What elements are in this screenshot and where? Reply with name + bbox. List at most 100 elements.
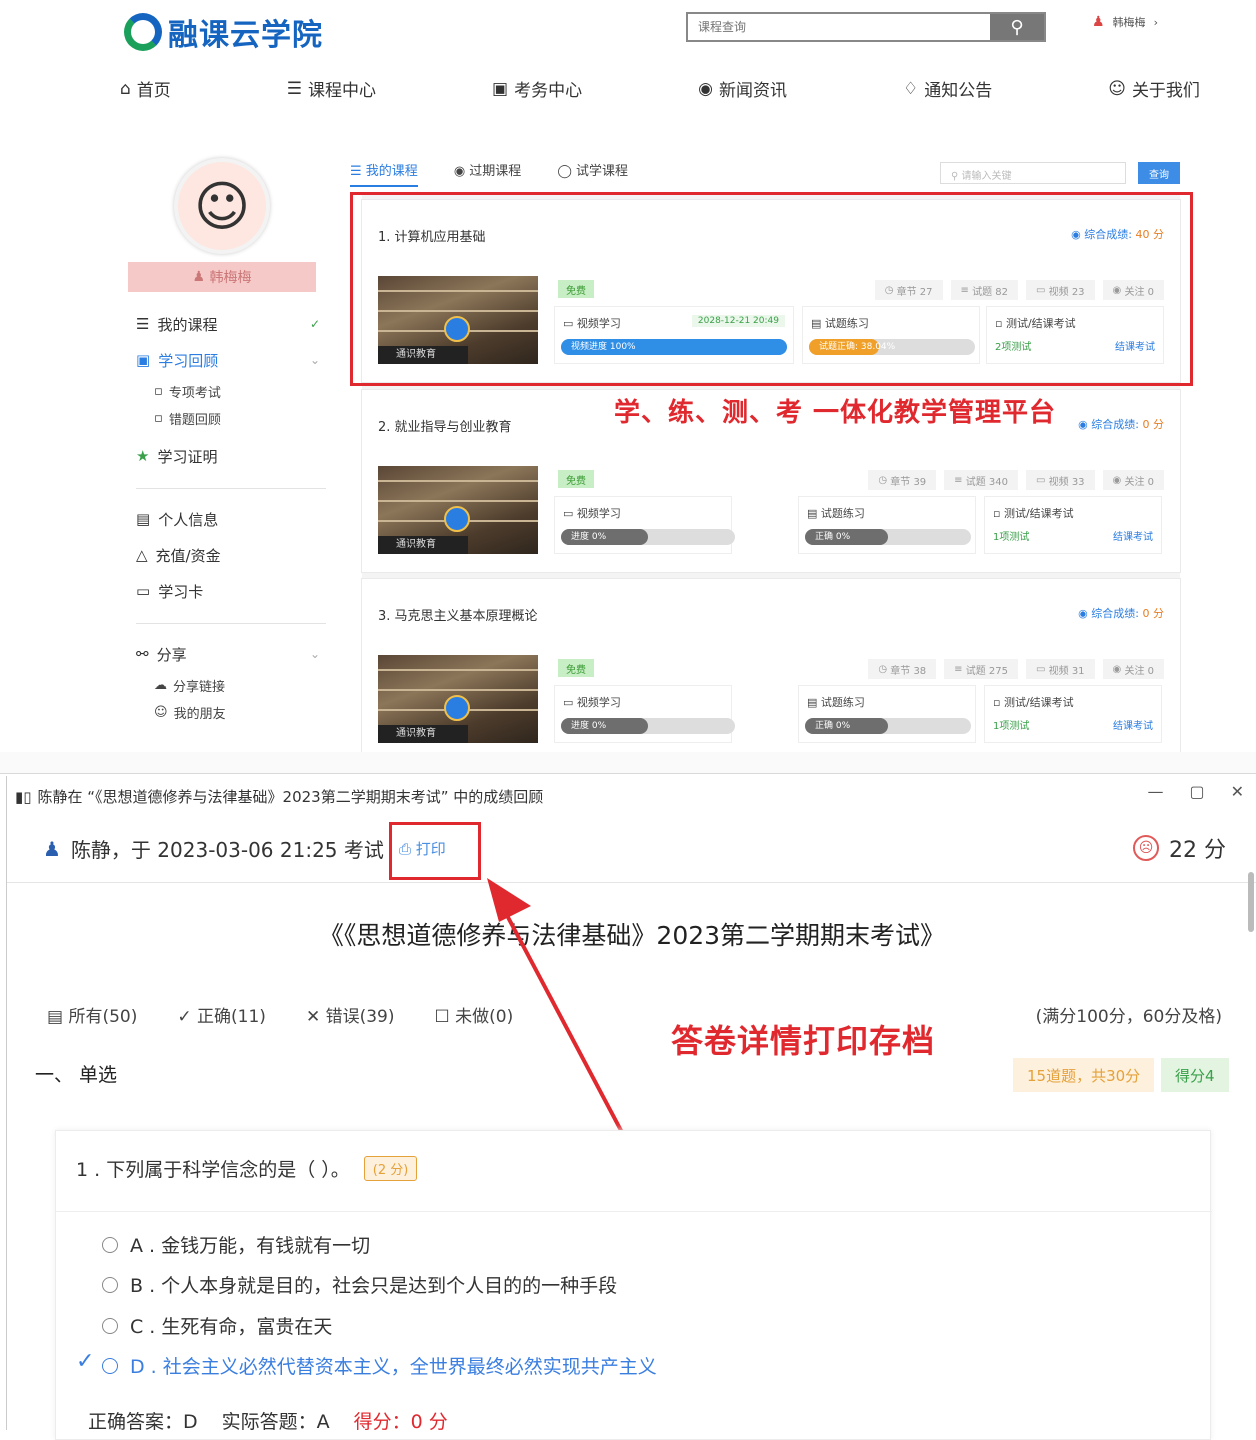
final-exam-link[interactable]: 结课考试 [1113, 717, 1153, 732]
option-d[interactable]: D . 社会主义必然代替资本主义，全世界最终必然实现共产主义 [102, 1352, 657, 1379]
stat-text: 章节 38 [890, 665, 927, 677]
option-text: C . 生死有命，富贵在天 [130, 1316, 333, 1338]
tab-trial-courses[interactable]: ◯ 试学课程 [557, 160, 628, 187]
search-icon[interactable]: ⚲ [990, 14, 1044, 40]
progress-text: 进度 0% [571, 532, 607, 542]
option-b[interactable]: B . 个人本身就是目的，社会只是达到个人目的的一种手段 [102, 1271, 617, 1298]
chevron-right-icon: › [1153, 15, 1158, 29]
chapters-stat: ◷ 章节 38 [868, 659, 937, 679]
video-progress-bar: 进度 0% [561, 718, 735, 734]
chart-icon: ▮▯ [15, 787, 32, 806]
answer-filters: ▤ 所有(50) ✓ 正确(11) ✕ 错误(39) ☐ 未做(0) [47, 1002, 513, 1027]
videos-stat: ▭ 视频 33 [1026, 470, 1095, 490]
bell-icon: ♢ [902, 78, 919, 99]
sidebar-item-study-card[interactable]: ▭ 学习卡 [136, 573, 326, 609]
sidebar-item-label: 个人信息 [158, 510, 219, 529]
site-logo[interactable]: 融课云学院 [124, 10, 323, 54]
sidebar-item-share[interactable]: ⚯ 分享 ⌄ [136, 636, 326, 672]
video-progress-fill: 进度 0% [561, 718, 648, 734]
course-search-input[interactable] [688, 14, 990, 40]
avatar[interactable]: ☺ [174, 158, 270, 254]
id-card-icon: ▤ [136, 510, 151, 528]
course-thumbnail[interactable]: 通识教育 [378, 466, 538, 554]
option-c[interactable]: C . 生死有命，富贵在天 [102, 1312, 332, 1339]
sidebar-item-share-link[interactable]: ☁ 分享链接 [136, 672, 326, 699]
filter-correct[interactable]: ✓ 正确(11) [177, 1002, 266, 1027]
filter-wrong[interactable]: ✕ 错误(39) [306, 1002, 395, 1027]
course-filter-button[interactable]: 查询 [1138, 162, 1180, 184]
nav-about[interactable]: ☺ 关于我们 [1108, 76, 1200, 102]
eye-icon: ◉ [1112, 474, 1125, 486]
sidebar-item-my-courses[interactable]: ☰ 我的课程 ✓ [136, 306, 326, 342]
tab-label: 过期课程 [469, 164, 522, 179]
home-icon: ⌂ [120, 78, 131, 99]
maximize-icon[interactable]: ▢ [1189, 782, 1204, 801]
course-filter-input[interactable]: ⚲ 请输入关键 [940, 162, 1126, 184]
nav-exams[interactable]: ▣ 考务中心 [492, 76, 582, 102]
sidebar-item-wrong-review[interactable]: ▫ 错题回顾 [136, 405, 326, 432]
sidebar-item-recharge[interactable]: △ 充值/资金 [136, 537, 326, 573]
free-badge: 免费 [558, 470, 594, 488]
video-module[interactable]: ▭ 视频学习 继续 进度 0% [554, 685, 735, 743]
card-icon: ▭ [136, 582, 151, 600]
stat-text: 试题 340 [965, 476, 1008, 488]
tests-link[interactable]: 1项测试 [993, 528, 1029, 543]
doc-icon: ▫ [154, 384, 163, 399]
link-icon: ☁ [154, 678, 167, 693]
course-title[interactable]: 3. 马克思主义基本原理概论 [378, 605, 538, 624]
exercise-module[interactable]: ▤ 试题练习 正确 0% [798, 496, 976, 554]
module-label: 试题练习 [820, 507, 865, 520]
option-a[interactable]: A . 金钱万能，有钱就有一切 [102, 1231, 370, 1258]
course-thumbnail[interactable]: 通识教育 [378, 655, 538, 743]
filter-all[interactable]: ▤ 所有(50) [47, 1002, 137, 1027]
eye-icon: ◉ [1112, 663, 1125, 675]
video-progress-fill: 进度 0% [561, 529, 648, 545]
section-title: 一、 单选 [35, 1064, 118, 1086]
minimize-icon[interactable]: — [1147, 782, 1163, 801]
tab-label: 我的课程 [365, 164, 418, 179]
sidebar-item-profile[interactable]: ▤ 个人信息 [136, 501, 326, 537]
nav-notices[interactable]: ♢ 通知公告 [902, 76, 992, 102]
sidebar-item-friends[interactable]: ☺ 我的朋友 [136, 699, 326, 726]
course-title[interactable]: 2. 就业指导与创业教育 [378, 416, 512, 435]
video-module[interactable]: ▭ 视频学习 继续 进度 0% [554, 496, 735, 554]
close-icon[interactable]: ✕ [1231, 782, 1244, 801]
sidebar-item-review[interactable]: ▣ 学习回顾 ⌄ [136, 342, 326, 378]
section-count-badge: 15道题，共30分 [1013, 1058, 1155, 1092]
test-module[interactable]: ▫ 测试/结课考试 1项测试 结课考试 [984, 685, 1162, 743]
user-icon: ♟ [1092, 14, 1105, 30]
window-title: ▮▯ 陈静在 “《思想道德修养与法律基础》2023第二学期期末考试” 中的成绩回… [15, 786, 543, 807]
nav-home[interactable]: ⌂ 首页 [120, 76, 171, 102]
final-exam-link[interactable]: 结课考试 [1113, 528, 1153, 543]
test-module[interactable]: ▫ 测试/结课考试 1项测试 结课考试 [984, 496, 1162, 554]
sidebar-item-special-exam[interactable]: ▫ 专项考试 [136, 378, 326, 405]
clipboard-icon: ▣ [492, 78, 509, 99]
exercise-module[interactable]: ▤ 试题练习 正确 0% [798, 685, 976, 743]
sidebar-item-label: 我的朋友 [173, 707, 226, 722]
course-card[interactable]: 3. 马克思主义基本原理概论 ◉ 综合成绩: 0 分 通识教育 免费 ◷ 章节 … [362, 579, 1180, 761]
course-stats: ◷ 章节 39 ≡ 试题 340 ▭ 视频 33 ◉ 关注 0 [868, 470, 1164, 490]
nav-news[interactable]: ◉ 新闻资讯 [698, 76, 787, 102]
score-label: 综合成绩: [1091, 418, 1139, 431]
radio-icon [102, 1276, 118, 1293]
question-icon: ≡ [954, 474, 966, 486]
exercise-progress-fill: 正确 0% [805, 718, 888, 734]
question-card: 1 . 下列属于科学信念的是（ ）。 (2 分) A . 金钱万能，有钱就有一切… [55, 1130, 1212, 1440]
people-icon: ☺ [1108, 78, 1126, 99]
top-user[interactable]: ♟ 韩梅梅 › [1092, 14, 1158, 30]
book-icon: ☰ [136, 315, 150, 333]
radio-icon [102, 1236, 118, 1253]
tests-link[interactable]: 1项测试 [993, 717, 1029, 732]
tab-expired-courses[interactable]: ◉ 过期课程 [454, 160, 522, 187]
video-icon: ▭ [1036, 663, 1049, 675]
chapter-icon: ◷ [878, 663, 891, 675]
chapter-icon: ◷ [878, 474, 891, 486]
doc-icon: ▫ [154, 411, 163, 426]
sidebar-item-label: 错题回顾 [168, 413, 221, 428]
tab-my-courses[interactable]: ☰ 我的课程 [350, 160, 418, 187]
sidebar-item-certificate[interactable]: ★ 学习证明 [136, 438, 326, 474]
thumb-label: 通识教育 [378, 725, 468, 743]
sidebar-item-label: 分享 [156, 645, 187, 664]
nav-courses[interactable]: ☰ 课程中心 [287, 76, 376, 102]
option-text: A . 金钱万能，有钱就有一切 [130, 1235, 371, 1257]
